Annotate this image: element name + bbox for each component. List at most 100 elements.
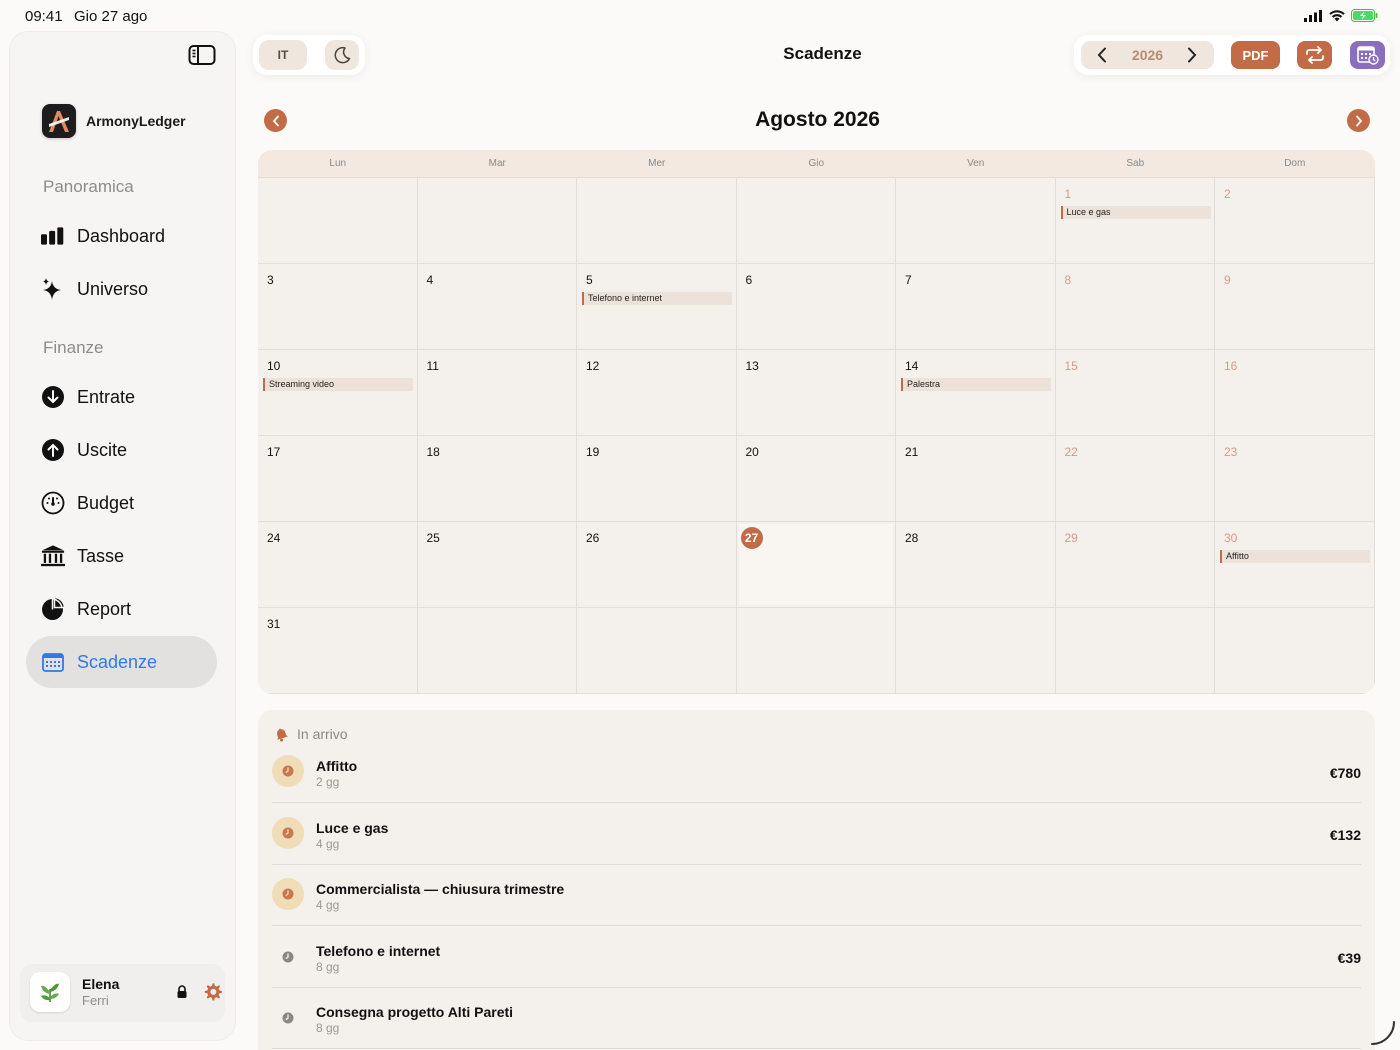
calendar-day[interactable]: 7 (896, 264, 1056, 350)
section-title-finanze: Finanze (43, 338, 104, 357)
day-number: 11 (426, 359, 439, 373)
weekday-label: Dom (1284, 158, 1306, 169)
calendar-day[interactable]: 4 (417, 264, 577, 350)
upcoming-header: In arrivo (274, 726, 348, 742)
bank-icon (41, 544, 65, 568)
calendar-event[interactable]: Telefono e internet (582, 292, 732, 305)
calendar-day[interactable]: 17 (258, 436, 418, 522)
calendar-day[interactable]: 30 Affitto (1215, 522, 1375, 608)
weekday-header: Lun Mar Mer Gio Ven Sab Dom (258, 150, 1375, 178)
sidebar-item-dashboard[interactable]: Dashboard (26, 210, 217, 262)
calendar-event[interactable]: Affitto (1220, 550, 1370, 563)
calendar-day[interactable]: 23 (1215, 436, 1375, 522)
calendar-day[interactable]: 20 (736, 436, 896, 522)
pie-chart-icon (41, 597, 65, 621)
resize-handle-icon[interactable] (1370, 1020, 1396, 1046)
calendar-day[interactable]: 9 (1215, 264, 1375, 350)
day-number: 25 (426, 531, 440, 545)
repeat-icon (1305, 46, 1324, 64)
calendar-day[interactable]: 18 (417, 436, 577, 522)
battery-icon (1351, 9, 1378, 22)
status-bar: 09:41 Gio 27 ago (0, 0, 1400, 32)
calendar-badge-icon (1356, 46, 1379, 65)
calendar-event[interactable]: Palestra (901, 378, 1051, 391)
recurring-button[interactable] (1297, 41, 1332, 69)
calendar-day[interactable]: 25 (417, 522, 577, 608)
status-time: 09:41 (25, 8, 63, 25)
calendar-day[interactable]: 8 (1055, 264, 1215, 350)
lock-icon[interactable] (176, 985, 188, 1004)
sidebar-toggle-button[interactable] (188, 44, 216, 66)
upcoming-item[interactable]: Telefono e internet 8 gg €39 (272, 926, 1361, 988)
calendar-day[interactable]: 11 (417, 350, 577, 436)
dark-mode-button[interactable] (325, 40, 359, 70)
sidebar-item-universo[interactable]: Universo (26, 263, 217, 315)
year-prev-button[interactable] (1097, 47, 1107, 68)
calendar-event[interactable]: Streaming video (263, 378, 413, 391)
user-card[interactable]: Elena Ferri (20, 964, 225, 1022)
section-title-panoramica: Panoramica (43, 177, 134, 196)
export-pdf-button[interactable]: PDF (1231, 41, 1280, 69)
prev-month-button[interactable] (264, 109, 287, 132)
upcoming-item-name: Commercialista — chiusura trimestre (316, 881, 565, 897)
leaf-icon (41, 983, 59, 1002)
year-next-button[interactable] (1187, 47, 1197, 68)
calendar-day[interactable]: 1 Luce e gas (1055, 178, 1215, 264)
sidebar-item-label: Tasse (77, 545, 125, 566)
upcoming-item[interactable]: Consegna progetto Alti Pareti 8 gg (272, 987, 1361, 1049)
sidebar: ArmonyLedger Panoramica Dashboard Univer… (10, 32, 235, 1040)
calendar-day[interactable]: 2 (1215, 178, 1375, 264)
calendar-day[interactable]: 27 (736, 522, 896, 608)
calendar-grid: Lun Mar Mer Gio Ven Sab Dom 1 Luce e gas 2… (258, 150, 1375, 694)
moon-icon (334, 46, 351, 64)
calendar-day[interactable]: 14 Palestra (896, 350, 1056, 436)
calendar-day[interactable]: 31 (258, 608, 418, 694)
calendar-event[interactable]: Luce e gas (1060, 206, 1211, 219)
calendar-day[interactable]: 28 (896, 522, 1056, 608)
calendar-day[interactable]: 3 (258, 264, 418, 350)
upcoming-item-days: 4 gg (316, 898, 340, 912)
upcoming-item[interactable]: Commercialista — chiusura trimestre 4 gg (272, 864, 1361, 926)
calendar-empty-cell (896, 608, 1056, 694)
add-calendar-button[interactable] (1350, 41, 1385, 69)
calendar-day[interactable]: 10 Streaming video (258, 350, 418, 436)
calendar-day[interactable]: 26 (577, 522, 737, 608)
upcoming-title: In arrivo (297, 726, 348, 742)
sidebar-item-budget[interactable]: Budget (26, 477, 217, 529)
calendar-day[interactable]: 6 (736, 264, 896, 350)
calendar-day[interactable]: 22 (1055, 436, 1215, 522)
sparkles-icon (41, 277, 65, 301)
upcoming-item-amount: €39 (1337, 949, 1361, 966)
calendar-day[interactable]: 5 Telefono e internet (577, 264, 737, 350)
upcoming-item[interactable]: Affitto 2 gg €780 (272, 741, 1361, 803)
language-button[interactable]: IT (259, 40, 307, 70)
calendar-empty-cell (736, 178, 896, 264)
calendar-day[interactable]: 19 (577, 436, 737, 522)
weekday-label: Lun (329, 158, 347, 169)
calendar-day[interactable]: 12 (577, 350, 737, 436)
sidebar-item-tasse[interactable]: Tasse (26, 530, 217, 582)
calendar-day[interactable]: 24 (258, 522, 418, 608)
calendar-empty-cell (417, 608, 577, 694)
today-marker: 27 (740, 527, 763, 549)
day-number: 3 (267, 273, 274, 287)
sidebar-item-scadenze[interactable]: Scadenze (26, 636, 217, 688)
calendar-day[interactable]: 13 (736, 350, 896, 436)
gear-icon[interactable] (202, 982, 223, 1008)
sidebar-item-entrate[interactable]: Entrate (26, 371, 217, 423)
calendar-day[interactable]: 29 (1055, 522, 1215, 608)
sidebar-item-report[interactable]: Report (26, 583, 217, 635)
next-month-button[interactable] (1347, 109, 1370, 132)
day-number: 31 (267, 617, 281, 631)
calendar-day[interactable]: 16 (1215, 350, 1375, 436)
sidebar-item-label: Budget (77, 492, 135, 513)
calendar-day[interactable]: 15 (1055, 350, 1215, 436)
clock-icon (272, 755, 304, 787)
sidebar-item-uscite[interactable]: Uscite (26, 424, 217, 476)
chevron-left-icon (272, 115, 279, 126)
arrow-down-circle-icon (41, 385, 65, 409)
upcoming-item[interactable]: Luce e gas 4 gg €132 (272, 803, 1361, 865)
day-number: 16 (1224, 359, 1238, 373)
month-title: Agosto 2026 (755, 108, 880, 131)
calendar-day[interactable]: 21 (896, 436, 1056, 522)
